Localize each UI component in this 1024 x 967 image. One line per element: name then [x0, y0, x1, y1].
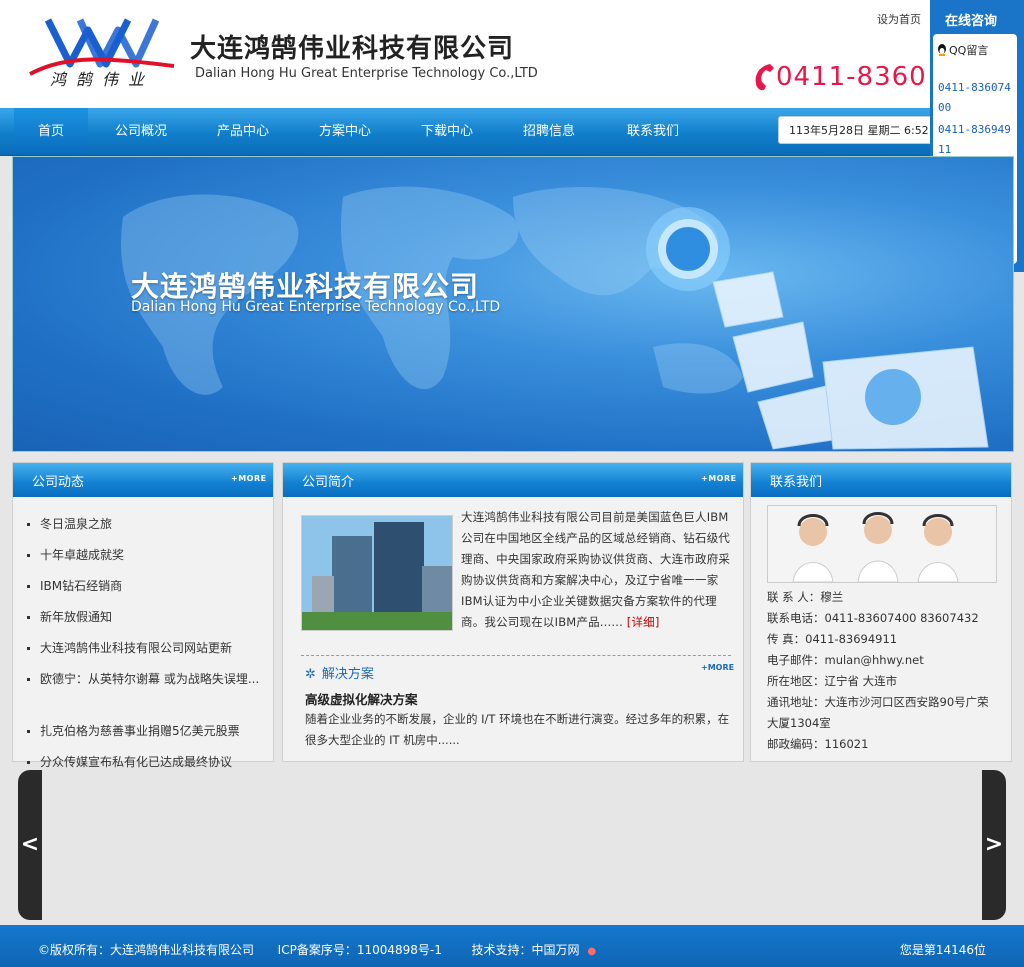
intro-panel-header: 公司简介 +MORE	[283, 463, 743, 497]
bullet-icon	[27, 554, 30, 557]
bullet-icon	[27, 678, 30, 681]
logo-text: 鸿鹄伟业	[50, 70, 155, 89]
bullet-icon	[27, 585, 30, 588]
image-scroller: < >	[18, 770, 1006, 920]
solution-body: 随着企业业务的不断发展，企业的 I/T 环境也在不断进行演变。经过多年的积累，在…	[305, 712, 730, 747]
news-item-label: 十年卓越成就奖	[40, 548, 125, 562]
intro-body: 大连鸿鹄伟业科技有限公司目前是美国蓝色巨人IBM公司在中国地区全线产品的区域总经…	[461, 510, 731, 629]
news-item[interactable]: 大连鸿鹄伟业科技有限公司网站更新	[27, 639, 267, 656]
solution-heading[interactable]: ✲ 解决方案	[305, 663, 374, 682]
news-item[interactable]: 扎克伯格为慈善事业捐赠5亿美元股票	[27, 722, 267, 739]
wanwang-logo-icon: ●	[587, 946, 597, 957]
news-item-label: 欧德宁：从英特尔谢幕 或为战略失误埋...	[40, 672, 260, 686]
consult-title: 在线咨询	[944, 14, 997, 29]
contact-panel-header: 联系我们	[751, 463, 1011, 497]
phone-number: 0411-8360	[776, 62, 927, 92]
contact-phone: 联系电话：0411-83607400 83607432	[767, 611, 979, 625]
solution-title[interactable]: 高级虚拟化解决方案	[305, 689, 418, 708]
contact-person: 联 系 人：穆兰	[767, 590, 844, 604]
qq-penguin-icon	[938, 44, 946, 56]
company-name: 大连鸿鹄伟业科技有限公司	[190, 34, 515, 64]
bullet-icon	[27, 761, 30, 764]
consult-phone-2[interactable]: 0411-83694911	[938, 120, 1014, 160]
bullet-icon	[27, 523, 30, 526]
divider	[301, 655, 731, 656]
footer-info: ©版权所有：大连鸿鹄伟业科技有限公司 ICP备案序号：11004898号-1 技…	[38, 941, 596, 958]
site-footer: ©版权所有：大连鸿鹄伟业科技有限公司 ICP备案序号：11004898号-1 技…	[0, 925, 1024, 967]
contact-fax: 传 真：0411-83694911	[767, 632, 898, 646]
intro-text: 大连鸿鹄伟业科技有限公司目前是美国蓝色巨人IBM公司在中国地区全线产品的区域总经…	[461, 507, 733, 633]
news-item-label: 冬日温泉之旅	[40, 517, 113, 531]
contact-panel: 联系我们 联 系 人：穆兰 联系电话：0411-83607400 8360743…	[750, 462, 1012, 762]
chevron-left-icon: <	[20, 832, 40, 857]
news-panel-title: 公司动态	[32, 475, 85, 490]
news-item[interactable]: 分众传媒宣布私有化已达成最终协议	[27, 753, 267, 770]
building-photo	[301, 515, 453, 631]
scroll-left-button[interactable]: <	[18, 770, 42, 920]
intro-panel: 公司简介 +MORE 大连鸿鹄伟业科技有限公司目前是美国蓝色巨人IBM公司在中国…	[282, 462, 744, 762]
tech-support-text[interactable]: 技术支持：中国万网	[472, 943, 580, 957]
qq-label: QQ留言	[949, 44, 989, 57]
news-item[interactable]: 十年卓越成就奖	[27, 546, 267, 563]
nav-jobs[interactable]: 招聘信息	[508, 108, 590, 155]
news-item[interactable]: 冬日温泉之旅	[27, 515, 267, 532]
bullet-icon	[27, 730, 30, 733]
news-panel: 公司动态 +MORE 冬日温泉之旅 十年卓越成就奖 IBM钻石经销商 新年放假通…	[12, 462, 274, 769]
nav-products[interactable]: 产品中心	[202, 108, 284, 155]
copyright-text: ©版权所有：大连鸿鹄伟业科技有限公司	[38, 943, 255, 957]
solution-heading-label: 解决方案	[321, 667, 374, 682]
contact-region: 所在地区：辽宁省 大连市	[767, 674, 898, 688]
hero-banner: 大连鸿鹄伟业科技有限公司 Dalian Hong Hu Great Enterp…	[12, 156, 1014, 452]
nav-home[interactable]: 首页	[14, 108, 88, 155]
news-panel-header: 公司动态 +MORE	[13, 463, 273, 497]
gear-icon: ✲	[305, 667, 316, 682]
customer-service-photo	[767, 505, 997, 583]
scroll-right-button[interactable]: >	[982, 770, 1006, 920]
news-item-label: IBM钻石经销商	[40, 579, 123, 593]
set-homepage-link[interactable]: 设为首页	[877, 11, 921, 27]
news-item-label: 分众传媒宣布私有化已达成最终协议	[40, 755, 233, 769]
bullet-icon	[27, 647, 30, 650]
contact-address: 通讯地址：大连市沙河口区西安路90号广荣大厦1304室	[767, 695, 989, 730]
news-item[interactable]: IBM钻石经销商	[27, 577, 267, 594]
solution-more-link[interactable]: +MORE	[701, 663, 734, 672]
news-more-link[interactable]: +MORE	[231, 474, 267, 483]
intro-more-link[interactable]: +MORE	[701, 474, 737, 483]
visitor-counter: 您是第14146位	[899, 943, 986, 957]
news-item[interactable]: 新年放假通知	[27, 608, 267, 625]
contact-postcode: 邮政编码：116021	[767, 737, 869, 751]
chevron-right-icon: >	[984, 832, 1004, 857]
consult-phone-1[interactable]: 0411-83607400	[938, 78, 1014, 118]
nav-solutions[interactable]: 方案中心	[304, 108, 386, 155]
icp-text[interactable]: ICP备案序号：11004898号-1	[278, 943, 442, 957]
banner-subtitle: Dalian Hong Hu Great Enterprise Technolo…	[131, 299, 501, 315]
nav-about[interactable]: 公司概况	[100, 108, 182, 155]
nav-downloads[interactable]: 下载中心	[406, 108, 488, 155]
company-name-en: Dalian Hong Hu Great Enterprise Technolo…	[195, 66, 538, 81]
news-item-label: 新年放假通知	[40, 610, 113, 624]
site-header: 鸿鹄伟业 大连鸿鹄伟业科技有限公司 Dalian Hong Hu Great E…	[0, 0, 1024, 108]
news-item-label: 大连鸿鹄伟业科技有限公司网站更新	[40, 641, 233, 655]
contact-panel-title: 联系我们	[770, 475, 823, 490]
bullet-icon	[27, 616, 30, 619]
intro-detail-link[interactable]: [详细]	[627, 615, 660, 629]
news-item-label: 扎克伯格为慈善事业捐赠5亿美元股票	[40, 724, 240, 738]
intro-panel-title: 公司简介	[302, 475, 355, 490]
contact-email[interactable]: 电子邮件：mulan@hhwy.net	[767, 650, 997, 671]
date-display: 113年5月28日 星期二 6:52	[778, 116, 938, 144]
nav-contact[interactable]: 联系我们	[612, 108, 694, 155]
qq-message-link[interactable]: QQ留言	[937, 42, 988, 58]
news-item[interactable]: 欧德宁：从英特尔谢幕 或为战略失误埋...	[27, 670, 267, 687]
